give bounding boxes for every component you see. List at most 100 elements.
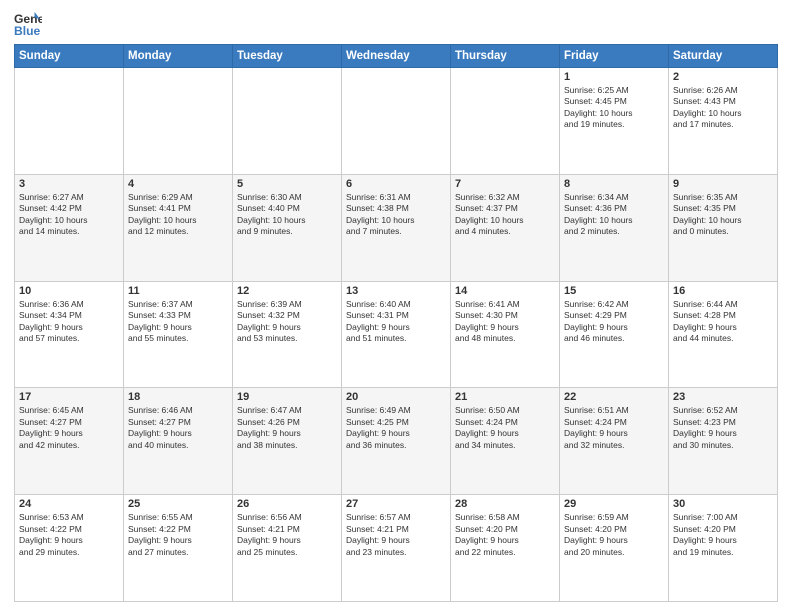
day-cell: 16 Sunrise: 6:44 AM Sunset: 4:28 PM Dayli…: [669, 281, 778, 388]
day-number: 23: [673, 391, 773, 403]
day-number: 27: [346, 498, 446, 510]
day-cell: 7 Sunrise: 6:32 AM Sunset: 4:37 PM Daylig…: [451, 174, 560, 281]
day-cell: 1Sunrise: 6:25 AM Sunset: 4:45 PM Daylig…: [560, 68, 669, 175]
day-cell: 3 Sunrise: 6:27 AM Sunset: 4:42 PM Daylig…: [15, 174, 124, 281]
day-number: 18: [128, 391, 228, 403]
day-number: 25: [128, 498, 228, 510]
day-number: 16: [673, 285, 773, 297]
day-info: Sunrise: 6:46 AM Sunset: 4:27 PM Dayligh…: [128, 405, 228, 451]
day-number: 4: [128, 178, 228, 190]
day-cell: 19 Sunrise: 6:47 AM Sunset: 4:26 PM Dayli…: [233, 388, 342, 495]
day-info: Sunrise: 7:00 AM Sunset: 4:20 PM Dayligh…: [673, 512, 773, 558]
day-number: 17: [19, 391, 119, 403]
day-info: Sunrise: 6:58 AM Sunset: 4:20 PM Dayligh…: [455, 512, 555, 558]
day-number: 2: [673, 71, 773, 83]
day-info: Sunrise: 6:37 AM Sunset: 4:33 PM Dayligh…: [128, 299, 228, 345]
day-info: Sunrise: 6:42 AM Sunset: 4:29 PM Dayligh…: [564, 299, 664, 345]
day-info: Sunrise: 6:35 AM Sunset: 4:35 PM Dayligh…: [673, 192, 773, 238]
week-row-5: 24 Sunrise: 6:53 AM Sunset: 4:22 PM Dayli…: [15, 495, 778, 602]
day-info: Sunrise: 6:45 AM Sunset: 4:27 PM Dayligh…: [19, 405, 119, 451]
day-info: Sunrise: 6:51 AM Sunset: 4:24 PM Dayligh…: [564, 405, 664, 451]
day-cell: 24 Sunrise: 6:53 AM Sunset: 4:22 PM Dayli…: [15, 495, 124, 602]
day-info: Sunrise: 6:34 AM Sunset: 4:36 PM Dayligh…: [564, 192, 664, 238]
day-info: Sunrise: 6:32 AM Sunset: 4:37 PM Dayligh…: [455, 192, 555, 238]
day-number: 1: [564, 71, 664, 83]
logo-icon: General Blue: [14, 10, 42, 38]
day-number: 19: [237, 391, 337, 403]
day-info: Sunrise: 6:40 AM Sunset: 4:31 PM Dayligh…: [346, 299, 446, 345]
day-number: 11: [128, 285, 228, 297]
day-cell: 28 Sunrise: 6:58 AM Sunset: 4:20 PM Dayli…: [451, 495, 560, 602]
week-row-1: 1Sunrise: 6:25 AM Sunset: 4:45 PM Daylig…: [15, 68, 778, 175]
day-cell: 18 Sunrise: 6:46 AM Sunset: 4:27 PM Dayli…: [124, 388, 233, 495]
day-cell: 9 Sunrise: 6:35 AM Sunset: 4:35 PM Daylig…: [669, 174, 778, 281]
header-row: Sunday Monday Tuesday Wednesday Thursday…: [15, 45, 778, 68]
day-number: 3: [19, 178, 119, 190]
header: General Blue: [14, 10, 778, 38]
calendar: Sunday Monday Tuesday Wednesday Thursday…: [14, 44, 778, 602]
day-number: 14: [455, 285, 555, 297]
day-info: Sunrise: 6:59 AM Sunset: 4:20 PM Dayligh…: [564, 512, 664, 558]
day-cell: 12 Sunrise: 6:39 AM Sunset: 4:32 PM Dayli…: [233, 281, 342, 388]
day-cell: 17 Sunrise: 6:45 AM Sunset: 4:27 PM Dayli…: [15, 388, 124, 495]
day-number: 29: [564, 498, 664, 510]
week-row-2: 3 Sunrise: 6:27 AM Sunset: 4:42 PM Daylig…: [15, 174, 778, 281]
day-cell: 26 Sunrise: 6:56 AM Sunset: 4:21 PM Dayli…: [233, 495, 342, 602]
day-cell: 6 Sunrise: 6:31 AM Sunset: 4:38 PM Daylig…: [342, 174, 451, 281]
day-number: 13: [346, 285, 446, 297]
day-cell: 30 Sunrise: 7:00 AM Sunset: 4:20 PM Dayli…: [669, 495, 778, 602]
day-cell: [124, 68, 233, 175]
col-wednesday: Wednesday: [342, 45, 451, 68]
day-info: Sunrise: 6:29 AM Sunset: 4:41 PM Dayligh…: [128, 192, 228, 238]
day-info: Sunrise: 6:39 AM Sunset: 4:32 PM Dayligh…: [237, 299, 337, 345]
day-info: Sunrise: 6:52 AM Sunset: 4:23 PM Dayligh…: [673, 405, 773, 451]
day-cell: 20 Sunrise: 6:49 AM Sunset: 4:25 PM Dayli…: [342, 388, 451, 495]
day-number: 21: [455, 391, 555, 403]
day-number: 12: [237, 285, 337, 297]
svg-text:Blue: Blue: [14, 24, 41, 38]
day-number: 22: [564, 391, 664, 403]
day-info: Sunrise: 6:50 AM Sunset: 4:24 PM Dayligh…: [455, 405, 555, 451]
week-row-3: 10Sunrise: 6:36 AM Sunset: 4:34 PM Dayli…: [15, 281, 778, 388]
col-saturday: Saturday: [669, 45, 778, 68]
day-number: 28: [455, 498, 555, 510]
day-cell: [342, 68, 451, 175]
day-info: Sunrise: 6:44 AM Sunset: 4:28 PM Dayligh…: [673, 299, 773, 345]
logo: General Blue: [14, 10, 46, 38]
day-number: 10: [19, 285, 119, 297]
col-sunday: Sunday: [15, 45, 124, 68]
day-info: Sunrise: 6:56 AM Sunset: 4:21 PM Dayligh…: [237, 512, 337, 558]
day-number: 26: [237, 498, 337, 510]
calendar-table: Sunday Monday Tuesday Wednesday Thursday…: [14, 44, 778, 602]
day-cell: 8Sunrise: 6:34 AM Sunset: 4:36 PM Daylig…: [560, 174, 669, 281]
col-thursday: Thursday: [451, 45, 560, 68]
day-info: Sunrise: 6:26 AM Sunset: 4:43 PM Dayligh…: [673, 85, 773, 131]
day-number: 5: [237, 178, 337, 190]
day-cell: 14Sunrise: 6:41 AM Sunset: 4:30 PM Dayli…: [451, 281, 560, 388]
day-number: 24: [19, 498, 119, 510]
day-info: Sunrise: 6:31 AM Sunset: 4:38 PM Dayligh…: [346, 192, 446, 238]
day-cell: 4 Sunrise: 6:29 AM Sunset: 4:41 PM Daylig…: [124, 174, 233, 281]
day-cell: 27Sunrise: 6:57 AM Sunset: 4:21 PM Dayli…: [342, 495, 451, 602]
day-info: Sunrise: 6:55 AM Sunset: 4:22 PM Dayligh…: [128, 512, 228, 558]
day-cell: 23 Sunrise: 6:52 AM Sunset: 4:23 PM Dayli…: [669, 388, 778, 495]
day-number: 6: [346, 178, 446, 190]
day-number: 9: [673, 178, 773, 190]
day-number: 30: [673, 498, 773, 510]
day-info: Sunrise: 6:47 AM Sunset: 4:26 PM Dayligh…: [237, 405, 337, 451]
day-number: 20: [346, 391, 446, 403]
day-number: 7: [455, 178, 555, 190]
page: General Blue Sunday Monday Tuesday Wedne…: [0, 0, 792, 612]
day-cell: 15Sunrise: 6:42 AM Sunset: 4:29 PM Dayli…: [560, 281, 669, 388]
day-info: Sunrise: 6:53 AM Sunset: 4:22 PM Dayligh…: [19, 512, 119, 558]
day-cell: 5Sunrise: 6:30 AM Sunset: 4:40 PM Daylig…: [233, 174, 342, 281]
day-info: Sunrise: 6:49 AM Sunset: 4:25 PM Dayligh…: [346, 405, 446, 451]
day-cell: 21 Sunrise: 6:50 AM Sunset: 4:24 PM Dayli…: [451, 388, 560, 495]
day-cell: 25 Sunrise: 6:55 AM Sunset: 4:22 PM Dayli…: [124, 495, 233, 602]
day-cell: [15, 68, 124, 175]
day-info: Sunrise: 6:27 AM Sunset: 4:42 PM Dayligh…: [19, 192, 119, 238]
day-cell: 2 Sunrise: 6:26 AM Sunset: 4:43 PM Daylig…: [669, 68, 778, 175]
day-cell: 29 Sunrise: 6:59 AM Sunset: 4:20 PM Dayli…: [560, 495, 669, 602]
day-cell: [451, 68, 560, 175]
day-cell: 10Sunrise: 6:36 AM Sunset: 4:34 PM Dayli…: [15, 281, 124, 388]
